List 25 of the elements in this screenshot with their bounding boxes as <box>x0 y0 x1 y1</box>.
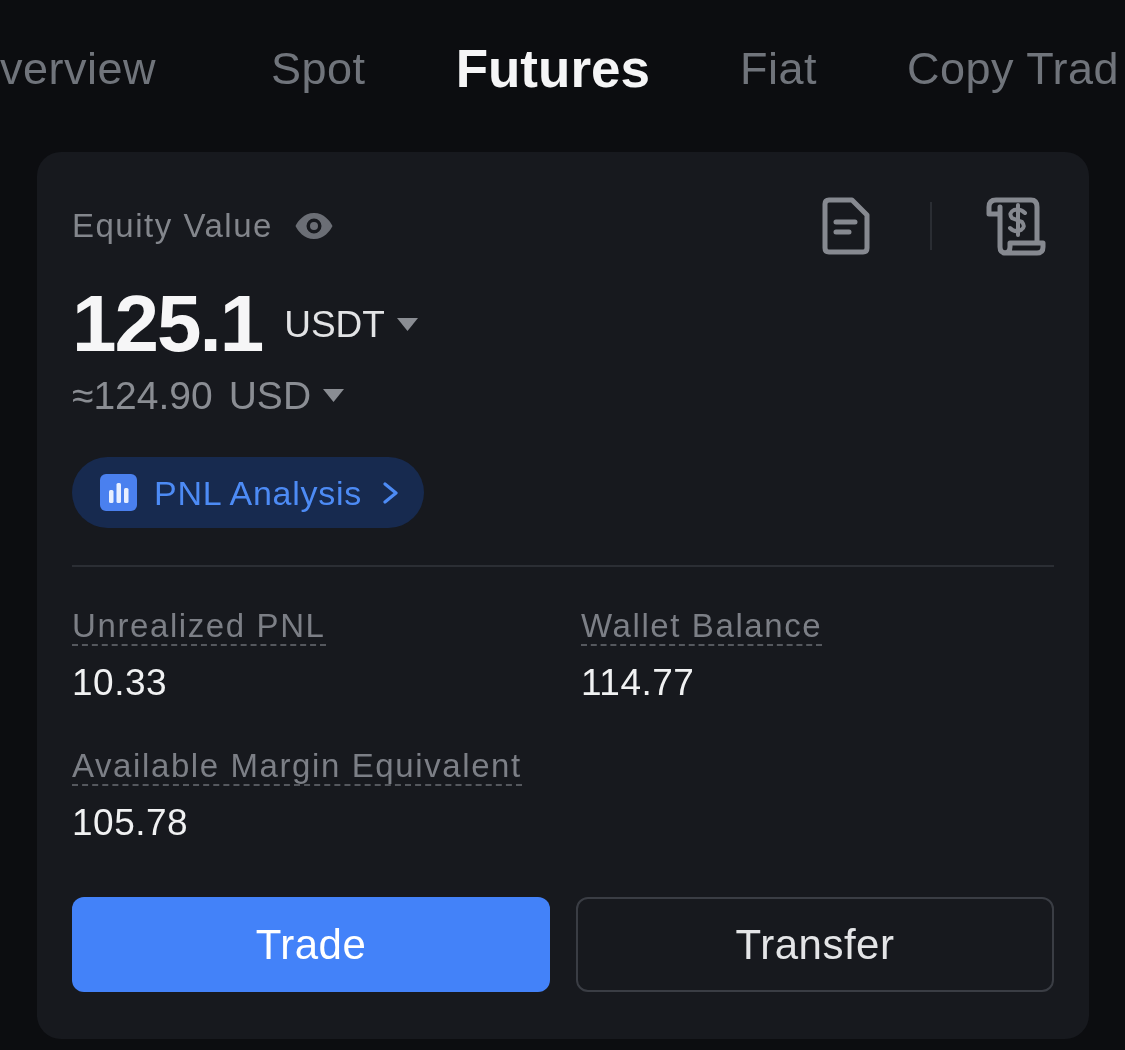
approx-currency[interactable]: USD <box>228 376 312 415</box>
tab[interactable]: Futures <box>455 41 650 95</box>
document-icon[interactable] <box>822 197 870 255</box>
caret-icon[interactable] <box>396 317 418 331</box>
stat-label[interactable]: Unrealized PNL <box>72 608 326 646</box>
action-button[interactable]: Transfer <box>576 897 1054 992</box>
receipt-icon[interactable] <box>985 196 1047 256</box>
action-button[interactable]: Trade <box>72 897 550 992</box>
tab[interactable]: Spot <box>271 45 366 91</box>
tab[interactable]: verview <box>0 45 157 91</box>
tab[interactable]: Copy Trad <box>907 45 1120 91</box>
tab[interactable]: Fiat <box>740 45 817 91</box>
stat-value: 114.77 <box>581 661 695 705</box>
eye-icon[interactable] <box>294 212 333 240</box>
pnl-analysis-button[interactable]: PNL Analysis <box>72 457 425 528</box>
stat-value: 105.78 <box>72 801 189 845</box>
equity-amount: 125.1 <box>72 284 263 364</box>
currency-label[interactable]: USDT <box>284 305 385 343</box>
approx-amount: ≈124.90 <box>72 376 213 415</box>
stat-label[interactable]: Wallet Balance <box>581 608 823 646</box>
equity-label: Equity Value <box>72 206 273 246</box>
caret-icon[interactable] <box>323 389 345 402</box>
bar-chart-icon <box>100 474 137 511</box>
stat-value: 10.33 <box>72 661 168 705</box>
stat-label[interactable]: Available Margin Equivalent <box>72 748 522 786</box>
